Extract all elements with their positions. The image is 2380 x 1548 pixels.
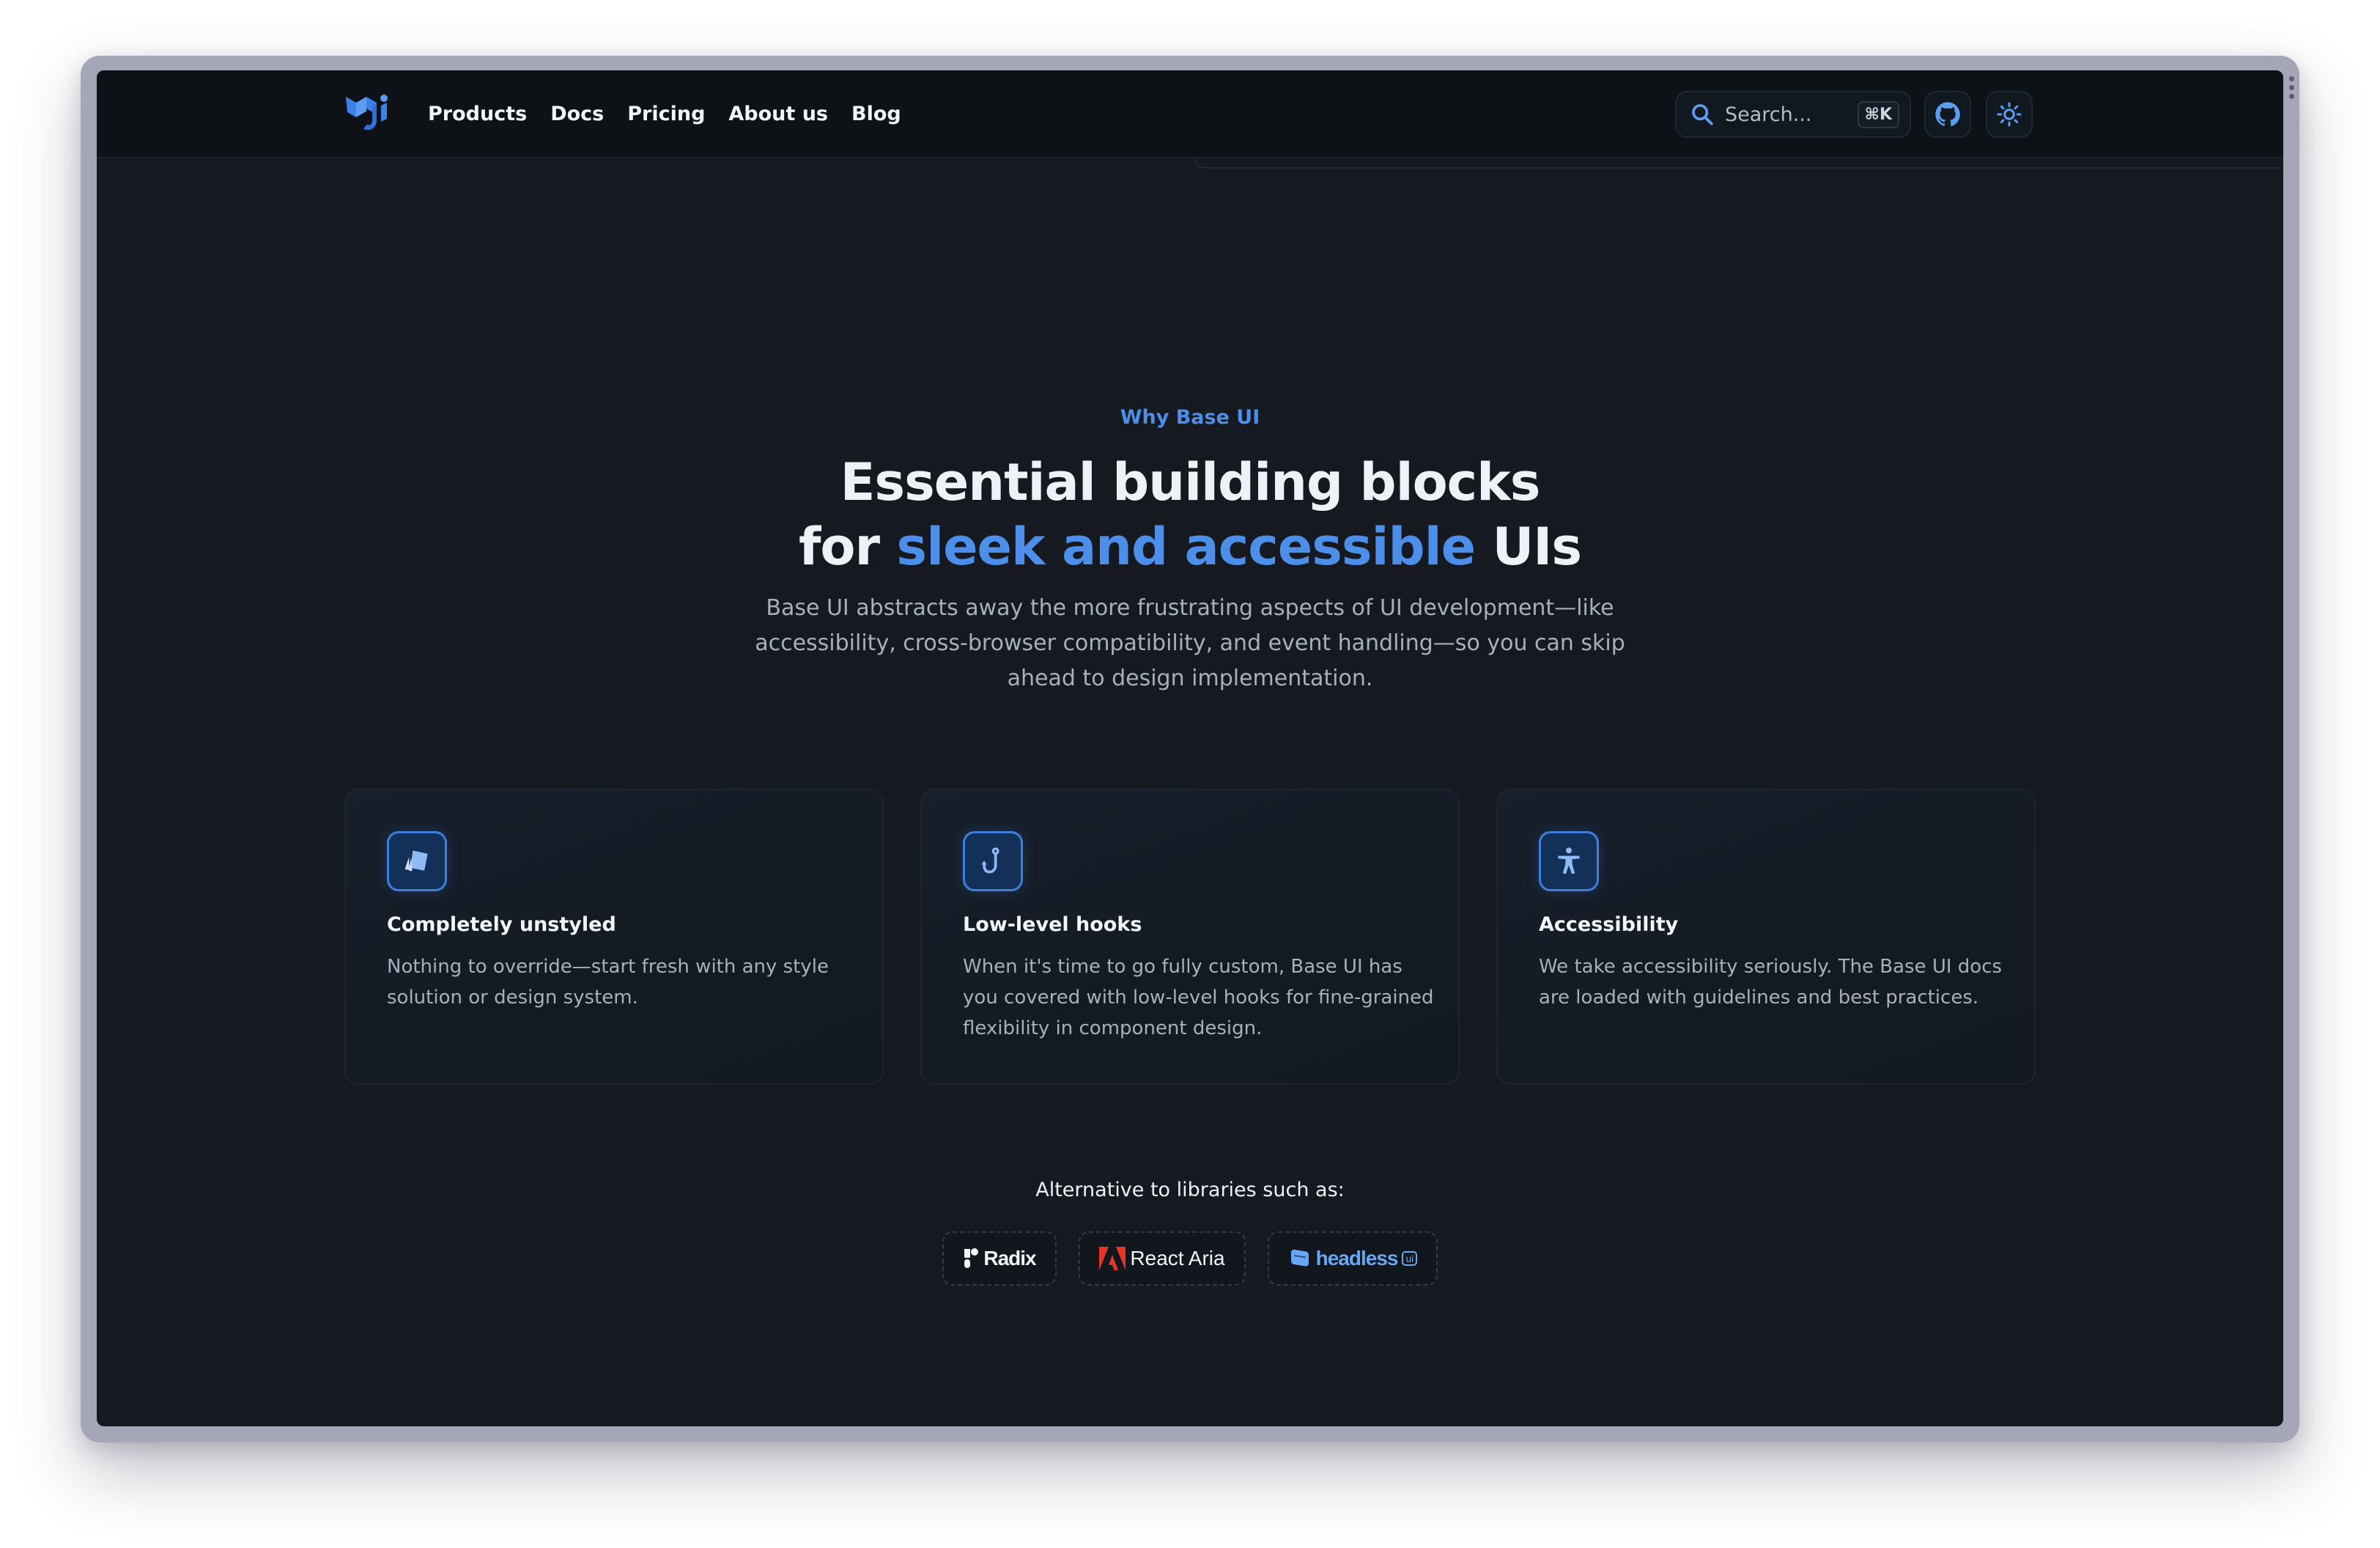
mui-logo[interactable] bbox=[344, 92, 391, 133]
nav-products[interactable]: Products bbox=[428, 103, 527, 125]
feature-description-line: you covered with low-level hooks for fin… bbox=[963, 987, 1434, 1009]
github-icon bbox=[1935, 102, 1960, 127]
search-button[interactable]: Search... ⌘K bbox=[1675, 91, 1911, 138]
hero-description: Base UI abstracts away the more frustrat… bbox=[97, 591, 2283, 696]
headline-line-2: for sleek and accessible UIs bbox=[97, 515, 2283, 579]
headless-ui-logo-icon bbox=[1290, 1249, 1309, 1267]
nav-pricing[interactable]: Pricing bbox=[627, 103, 705, 125]
feature-icon-box bbox=[387, 831, 447, 891]
radix-logo-icon bbox=[964, 1248, 979, 1268]
feature-description: We take accessibility seriously. The Bas… bbox=[1539, 951, 2008, 1013]
alternatives-label: Alternative to libraries such as: bbox=[1035, 1179, 1345, 1201]
hook-icon bbox=[981, 847, 999, 874]
feature-description-line: Nothing to override—start fresh with any… bbox=[387, 956, 829, 978]
feature-description-line: We take accessibility seriously. The Bas… bbox=[1539, 956, 2003, 978]
feature-description-line: are loaded with guidelines and best prac… bbox=[1539, 987, 1979, 1009]
library-chip-headless-ui[interactable]: headless ui bbox=[1268, 1231, 1438, 1286]
feature-description: Nothing to override—start fresh with any… bbox=[387, 951, 856, 1013]
headline-pre: for bbox=[798, 517, 897, 577]
github-button[interactable] bbox=[1924, 91, 1971, 138]
section-eyebrow: Why Base UI bbox=[1120, 406, 1260, 429]
adobe-logo-icon bbox=[1099, 1247, 1126, 1270]
main-nav: Products Docs Pricing About us Blog bbox=[428, 70, 925, 157]
library-name: headless bbox=[1315, 1247, 1399, 1269]
feature-description-line: When it's time to go fully custom, Base … bbox=[963, 956, 1402, 978]
frame-handle-icon bbox=[2288, 76, 2295, 103]
theme-toggle-button[interactable] bbox=[1986, 91, 2033, 138]
library-name: React Aria bbox=[1130, 1247, 1225, 1269]
nav-docs[interactable]: Docs bbox=[550, 103, 604, 125]
sun-icon bbox=[1997, 102, 2022, 127]
feature-card-unstyled: Completely unstyled Nothing to override—… bbox=[344, 789, 884, 1085]
shapes-icon bbox=[404, 850, 428, 871]
feature-card-accessibility: Accessibility We take accessibility seri… bbox=[1496, 789, 2036, 1085]
headless-ui-badge: ui bbox=[1402, 1251, 1418, 1266]
header-decoration bbox=[1193, 157, 2283, 169]
feature-title: Low-level hooks bbox=[963, 913, 1142, 936]
headline-post: UIs bbox=[1475, 517, 1582, 577]
hero-description-line: accessibility, cross-browser compatibili… bbox=[755, 630, 1625, 656]
feature-description-line: flexibility in component design. bbox=[963, 1017, 1263, 1039]
feature-title: Accessibility bbox=[1539, 913, 1679, 936]
library-chip-react-aria[interactable]: React Aria bbox=[1079, 1231, 1246, 1286]
feature-card-hooks: Low-level hooks When it's time to go ful… bbox=[920, 789, 1460, 1085]
device-frame: Products Docs Pricing About us Blog Sear… bbox=[81, 56, 2299, 1442]
search-shortcut-badge: ⌘K bbox=[1857, 100, 1899, 128]
hero-description-line: ahead to design implementation. bbox=[1007, 666, 1373, 691]
accessibility-icon bbox=[1558, 847, 1580, 874]
search-icon bbox=[1692, 104, 1713, 125]
nav-about-us[interactable]: About us bbox=[728, 103, 828, 125]
search-placeholder: Search... bbox=[1725, 103, 1812, 126]
site-header: Products Docs Pricing About us Blog Sear… bbox=[97, 70, 2283, 158]
headline-accent: sleek and accessible bbox=[896, 517, 1476, 577]
hero-description-line: Base UI abstracts away the more frustrat… bbox=[766, 595, 1614, 621]
feature-description-line: solution or design system. bbox=[387, 987, 638, 1009]
page-title: Essential building blocks for sleek and … bbox=[97, 450, 2283, 579]
feature-icon-box bbox=[1539, 831, 1599, 891]
library-chip-radix[interactable]: Radix bbox=[942, 1231, 1057, 1286]
browser-viewport: Products Docs Pricing About us Blog Sear… bbox=[97, 70, 2283, 1426]
feature-title: Completely unstyled bbox=[387, 913, 616, 936]
feature-icon-box bbox=[963, 831, 1023, 891]
headline-line-1: Essential building blocks bbox=[840, 452, 1541, 512]
feature-description: When it's time to go fully custom, Base … bbox=[963, 951, 1434, 1044]
library-name: Radix bbox=[983, 1247, 1036, 1269]
nav-blog[interactable]: Blog bbox=[851, 103, 901, 125]
